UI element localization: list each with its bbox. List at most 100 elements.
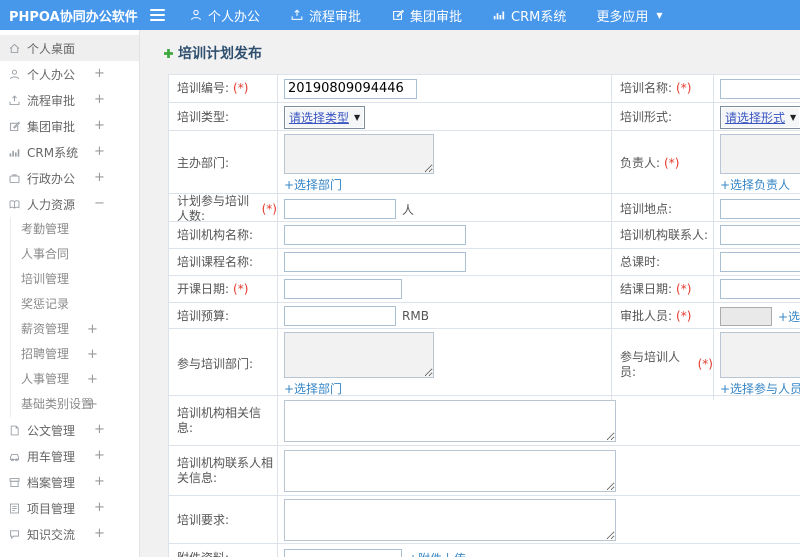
- home-icon: [8, 42, 21, 55]
- field-label: 培训机构名称:: [169, 222, 278, 248]
- sidebar-item-hr[interactable]: 人力资源 −: [0, 191, 139, 217]
- expand-plus[interactable]: +: [94, 139, 105, 165]
- app-logo: PHPOA协同办公软件: [9, 9, 138, 25]
- training-no-input[interactable]: [284, 78, 417, 99]
- training-req-textarea[interactable]: [284, 499, 616, 541]
- expand-plus[interactable]: +: [94, 165, 105, 191]
- sidebar-subitem-personnel[interactable]: 人事管理 +: [11, 367, 139, 392]
- sidebar-item-personal-office[interactable]: 个人办公 +: [0, 61, 139, 87]
- caret-down-icon: ▼: [790, 113, 797, 122]
- car-icon: [8, 450, 21, 463]
- sidebar-subitem-base-category[interactable]: 基础类别设置 +: [11, 392, 139, 417]
- sidebar-item-workflow-approval[interactable]: 流程审批 +: [0, 87, 139, 113]
- expand-plus[interactable]: +: [94, 521, 105, 547]
- select-leader-link[interactable]: +选择负责人: [720, 176, 790, 193]
- field-label: 培训课程名称:: [169, 249, 278, 275]
- sidebar-item-crm[interactable]: CRM系统 +: [0, 139, 139, 165]
- select-approver-link[interactable]: +选择审批人员: [778, 308, 800, 325]
- select-dept-link[interactable]: +选择部门: [284, 176, 342, 193]
- training-name-input[interactable]: [720, 78, 800, 99]
- select-participants-link[interactable]: +选择参与人员: [720, 380, 800, 397]
- bar-chart-icon: [8, 146, 21, 159]
- org-info-textarea[interactable]: [284, 399, 616, 442]
- org-contact-input[interactable]: [720, 225, 800, 245]
- sidebar-item-archive[interactable]: 档案管理 +: [0, 469, 139, 495]
- nav-personal-office[interactable]: 个人办公: [174, 0, 275, 30]
- field-label: 培训地点:: [612, 194, 714, 224]
- expand-plus[interactable]: +: [87, 317, 98, 342]
- page-title: 培训计划发布: [162, 43, 800, 63]
- edit-icon: [391, 8, 405, 22]
- course-name-input[interactable]: [284, 252, 466, 272]
- form-row: 计划参与培训人数: (*) 人 培训地点:: [169, 194, 800, 224]
- leader-textarea[interactable]: [720, 134, 800, 174]
- hr-submenu: 考勤管理 人事合同 培训管理 奖惩记录 薪资管理 + 招聘管理 + 人事管理 + 基础…: [10, 217, 139, 417]
- field-label: 培训预算:: [169, 303, 278, 329]
- expand-plus[interactable]: +: [94, 87, 105, 113]
- nav-group-approval[interactable]: 集团审批: [376, 0, 477, 30]
- sidebar-item-group-approval[interactable]: 集团审批 +: [0, 113, 139, 139]
- training-form-select[interactable]: 请选择形式 ▼: [720, 106, 800, 129]
- planned-count-input[interactable]: [284, 199, 396, 219]
- required-mark: (*): [233, 81, 249, 95]
- nav-workflow-approval[interactable]: 流程审批: [275, 0, 376, 30]
- budget-input[interactable]: [284, 306, 396, 326]
- nav-crm-system[interactable]: CRM系统: [477, 0, 581, 30]
- location-input[interactable]: [720, 199, 800, 219]
- join-people-textarea[interactable]: [720, 332, 800, 378]
- sidebar-subitem-reward-punish[interactable]: 奖惩记录: [11, 292, 139, 317]
- field-label: 审批人员: (*): [612, 303, 714, 329]
- field-label: 培训编号: (*): [169, 75, 278, 102]
- field-label: 培训形式:: [612, 103, 714, 132]
- form-row: 培训类型: 请选择类型 ▼ 培训形式: 请选择形式 ▼: [169, 103, 800, 132]
- sidebar-subitem-training[interactable]: 培训管理: [11, 267, 139, 292]
- host-dept-textarea[interactable]: [284, 134, 434, 174]
- sidebar-subitem-hr-contract[interactable]: 人事合同: [11, 242, 139, 267]
- chat-icon: [8, 528, 21, 541]
- sidebar-subitem-salary[interactable]: 薪资管理 +: [11, 317, 139, 342]
- sidebar-item-official-doc[interactable]: 公文管理 +: [0, 417, 139, 443]
- field-label: 培训机构相关信息:: [169, 396, 278, 445]
- field-label: 培训名称: (*): [612, 75, 714, 102]
- required-mark: (*): [697, 357, 713, 371]
- total-hours-input[interactable]: [720, 252, 800, 272]
- field-label: 培训类型:: [169, 103, 278, 132]
- form-row: 主办部门: +选择部门 负责人: (*) +选择负责人: [169, 131, 800, 196]
- start-date-input[interactable]: [284, 279, 402, 299]
- book-icon: [8, 198, 21, 211]
- expand-plus[interactable]: +: [87, 392, 98, 417]
- briefcase-icon: [8, 172, 21, 185]
- field-label: 开课日期: (*): [169, 276, 278, 302]
- menu-toggle-icon[interactable]: [140, 9, 174, 21]
- expand-plus[interactable]: +: [94, 443, 105, 469]
- sidebar-item-knowledge[interactable]: 知识交流 +: [0, 521, 139, 547]
- org-name-input[interactable]: [284, 225, 466, 245]
- sidebar-item-admin-office[interactable]: 行政办公 +: [0, 165, 139, 191]
- expand-plus[interactable]: +: [94, 495, 105, 521]
- sidebar-subitem-recruit[interactable]: 招聘管理 +: [11, 342, 139, 367]
- select-dept-link[interactable]: +选择部门: [284, 380, 342, 397]
- sidebar-item-vehicle[interactable]: 用车管理 +: [0, 443, 139, 469]
- expand-plus[interactable]: +: [94, 61, 105, 87]
- expand-plus[interactable]: +: [94, 417, 105, 443]
- required-mark: (*): [233, 281, 249, 296]
- nav-more-apps[interactable]: 更多应用 ▼: [581, 0, 677, 30]
- form-row: 培训编号:(*) 培训名称:(*): [169, 75, 800, 103]
- expand-plus[interactable]: +: [94, 113, 105, 139]
- sidebar-item-project[interactable]: 项目管理 +: [0, 495, 139, 521]
- attachment-input[interactable]: [284, 548, 402, 557]
- sidebar-subitem-attendance[interactable]: 考勤管理: [11, 217, 139, 242]
- attachment-upload-link[interactable]: +附件上传: [408, 550, 466, 557]
- expand-minus[interactable]: −: [94, 191, 105, 217]
- org-contact-info-textarea[interactable]: [284, 449, 616, 492]
- end-date-input[interactable]: [720, 279, 800, 299]
- expand-plus[interactable]: +: [94, 469, 105, 495]
- approver-input[interactable]: [720, 306, 772, 326]
- field-label: 附件资料:: [169, 544, 278, 557]
- sidebar-item-personal-desktop[interactable]: 个人桌面: [0, 35, 139, 61]
- expand-plus[interactable]: +: [87, 367, 98, 392]
- training-type-select[interactable]: 请选择类型 ▼: [284, 106, 366, 129]
- caret-down-icon: ▼: [656, 10, 663, 20]
- expand-plus[interactable]: +: [87, 342, 98, 367]
- join-dept-textarea[interactable]: [284, 332, 434, 378]
